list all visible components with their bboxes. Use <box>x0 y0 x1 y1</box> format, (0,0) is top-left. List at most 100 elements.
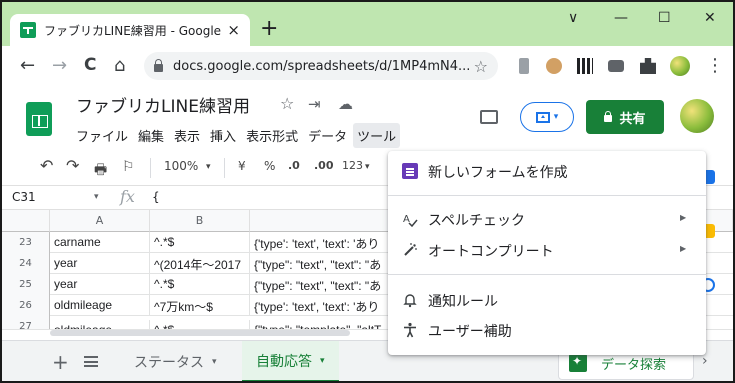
select-all-corner[interactable] <box>2 210 50 232</box>
cell-b[interactable]: ^7万km～$ <box>150 295 250 316</box>
formats-chevron-down-icon[interactable]: ▾ <box>365 162 370 172</box>
cell-a[interactable]: carname <box>50 232 150 253</box>
browser-window: ファブリカLINE練習用 - Google スプ × + ∨ — ☐ ✕ ← →… <box>0 0 735 383</box>
row-number[interactable]: 24 <box>2 253 50 274</box>
sheet-tab-label: ステータス <box>134 355 204 371</box>
horizontal-scrollbar[interactable] <box>50 330 350 336</box>
tools-menu: 新しいフォームを作成 A スペルチェック ▶ オートコンプリート ▶ 通知ルール <box>388 151 706 355</box>
zoom-select[interactable]: 100% <box>164 159 198 173</box>
accessibility-icon <box>402 322 418 338</box>
percent-format-button[interactable]: % <box>264 159 275 173</box>
sheets-logo-icon[interactable] <box>26 102 52 136</box>
formula-input[interactable]: { <box>152 190 160 204</box>
submenu-arrow-icon: ▶ <box>680 244 687 253</box>
redo-icon[interactable]: ↷ <box>66 156 79 175</box>
cell-c[interactable]: {"type": "template", "altT <box>250 320 390 329</box>
cell-b[interactable]: ^.*$ <box>150 320 250 329</box>
share-button[interactable]: 共有 <box>586 100 664 134</box>
menu-tools[interactable]: ツール <box>353 123 401 148</box>
chevron-down-icon[interactable]: ▾ <box>212 357 217 367</box>
cell-a[interactable]: year <box>50 274 150 295</box>
menu-view[interactable]: 表示 <box>170 123 204 148</box>
menu-item-new-form[interactable]: 新しいフォームを作成 <box>388 157 706 185</box>
name-box-chevron-icon[interactable]: ▾ <box>94 192 99 202</box>
add-sheet-button[interactable]: + <box>52 350 69 374</box>
forward-icon[interactable]: → <box>52 55 67 76</box>
tab-close-icon[interactable]: × <box>227 21 240 39</box>
more-formats-button[interactable]: 123 <box>342 159 363 172</box>
chevron-down-icon[interactable]: ▾ <box>320 356 325 366</box>
undo-icon[interactable]: ↶ <box>40 156 53 175</box>
explore-label: データ探索 <box>601 357 667 373</box>
present-button[interactable]: ▾ <box>520 102 574 132</box>
menu-bar: ファイル 編集 表示 挿入 表示形式 データ ツール <box>72 123 402 148</box>
tab-search-icon[interactable]: ∨ <box>568 10 578 26</box>
move-folder-icon[interactable]: ⇥ <box>308 95 321 113</box>
qr-code-icon[interactable] <box>577 58 593 74</box>
all-sheets-icon[interactable] <box>84 356 98 367</box>
cell-b[interactable]: ^(2014年～2017 <box>150 253 250 274</box>
cell-a[interactable]: oldmileage <box>50 320 150 329</box>
comment-history-icon[interactable] <box>480 110 498 124</box>
avatar[interactable] <box>680 99 714 133</box>
toolbar-divider <box>150 158 151 178</box>
minimize-icon[interactable]: — <box>614 10 628 26</box>
browser-menu-icon[interactable]: ⋮ <box>706 55 724 76</box>
menu-item-spellcheck[interactable]: A スペルチェック ▶ <box>388 205 706 233</box>
url-text[interactable]: docs.google.com/spreadsheets/d/1MP4mN4..… <box>173 59 474 74</box>
cell-c[interactable]: {"type": "text", "text": "あ <box>250 274 390 295</box>
increase-decimal-button[interactable]: .00 <box>314 159 334 172</box>
menu-format[interactable]: 表示形式 <box>242 123 302 148</box>
column-header-a[interactable]: A <box>50 210 150 232</box>
reload-icon[interactable]: C <box>84 55 96 75</box>
extensions-puzzle-icon[interactable] <box>640 58 656 74</box>
camera-icon[interactable] <box>608 60 624 72</box>
cell-a[interactable]: year <box>50 253 150 274</box>
home-icon[interactable]: ⌂ <box>114 55 125 76</box>
sheet-tab-status[interactable]: ステータス ▾ <box>120 341 231 381</box>
fx-icon: fx <box>120 187 135 206</box>
bookmark-star-icon[interactable]: ☆ <box>474 57 488 76</box>
menu-item-autocomplete[interactable]: オートコンプリート ▶ <box>388 236 706 264</box>
new-tab-button[interactable]: + <box>260 16 278 41</box>
browser-tab[interactable]: ファブリカLINE練習用 - Google スプ × <box>10 14 250 46</box>
sheet-tab-auto-reply[interactable]: 自動応答 ▾ <box>242 341 339 381</box>
menu-data[interactable]: データ <box>304 123 351 148</box>
chevron-right-icon[interactable]: › <box>702 353 708 369</box>
row-number[interactable]: 23 <box>2 232 50 253</box>
lock-icon[interactable] <box>154 59 163 72</box>
cell-c[interactable]: {'type': 'text', 'text': 'あり <box>250 232 390 253</box>
close-window-icon[interactable]: ✕ <box>704 10 716 26</box>
row-number[interactable]: 26 <box>2 295 50 316</box>
back-icon[interactable]: ← <box>20 55 35 76</box>
currency-format-button[interactable]: ¥ <box>238 159 246 173</box>
doc-title[interactable]: ファブリカLINE練習用 <box>76 92 250 117</box>
row-number[interactable]: 27 <box>2 316 50 329</box>
menu-file[interactable]: ファイル <box>72 123 132 148</box>
menu-edit[interactable]: 編集 <box>134 123 168 148</box>
menu-item-notification-rules[interactable]: 通知ルール <box>388 286 706 314</box>
cookie-extension-icon[interactable] <box>546 58 562 74</box>
cloud-status-icon[interactable]: ☁ <box>338 95 353 113</box>
cell-c[interactable]: {"type": "text", "text": "あ <box>250 253 390 274</box>
row-number[interactable]: 25 <box>2 274 50 295</box>
column-header-b[interactable]: B <box>150 210 250 232</box>
name-box[interactable]: C31 <box>12 190 36 204</box>
print-icon[interactable]: 🖶 <box>94 159 107 183</box>
menu-item-accessibility[interactable]: ユーザー補助 <box>388 316 706 344</box>
zoom-chevron-down-icon[interactable]: ▾ <box>206 162 211 172</box>
explore-icon <box>569 354 587 372</box>
cell-c[interactable]: {'type': 'text', 'text': 'あり <box>250 295 390 316</box>
cell-b[interactable]: ^.*$ <box>150 232 250 253</box>
omnibox[interactable]: docs.google.com/spreadsheets/d/1MP4mN4..… <box>144 52 498 80</box>
submenu-arrow-icon: ▶ <box>680 213 687 222</box>
extension-doc-icon[interactable] <box>519 58 529 74</box>
menu-insert[interactable]: 挿入 <box>206 123 240 148</box>
star-icon[interactable]: ☆ <box>280 94 294 113</box>
cell-a[interactable]: oldmileage <box>50 295 150 316</box>
paint-format-icon[interactable]: ⚐ <box>122 159 135 175</box>
profile-avatar-icon[interactable] <box>670 56 690 76</box>
cell-b[interactable]: ^.*$ <box>150 274 250 295</box>
maximize-icon[interactable]: ☐ <box>658 10 671 26</box>
decrease-decimal-button[interactable]: .0 <box>288 159 300 172</box>
